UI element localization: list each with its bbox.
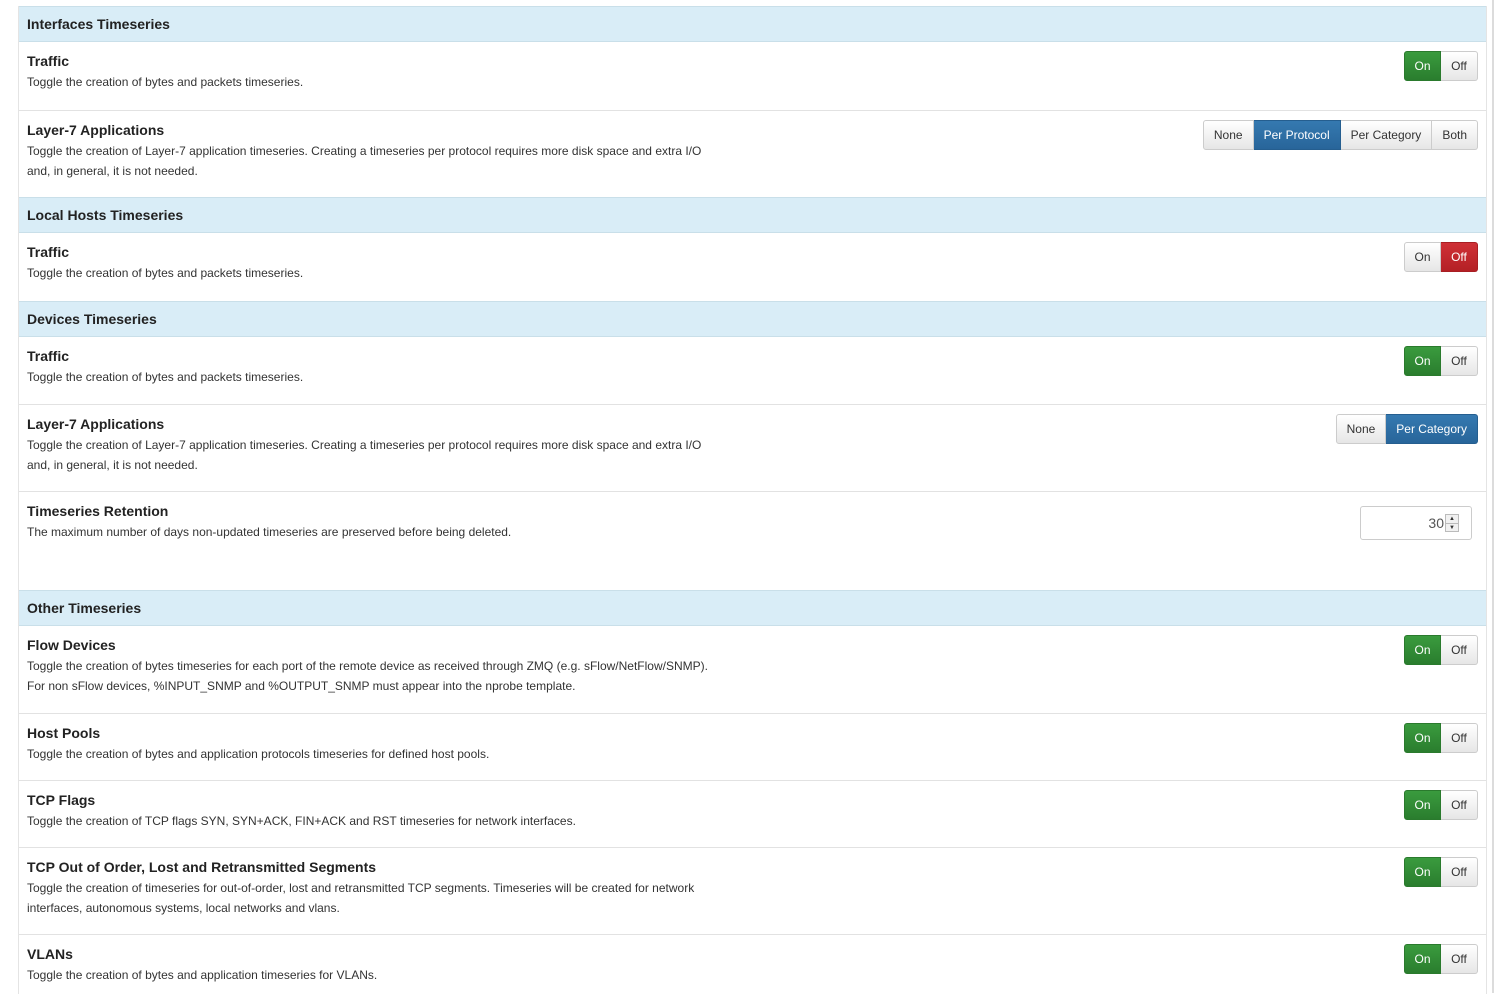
row-title: Timeseries Retention xyxy=(27,503,169,519)
row-description: Toggle the creation of TCP flags SYN, SY… xyxy=(27,814,576,828)
off-button[interactable]: Off xyxy=(1441,857,1478,887)
row-description-line-2: For non sFlow devices, %INPUT_SNMP and %… xyxy=(27,679,576,693)
row-description: Toggle the creation of Layer-7 applicati… xyxy=(27,435,747,475)
retention-row: Timeseries Retention The maximum number … xyxy=(19,491,1486,590)
local-hosts-traffic-row: Traffic Toggle the creation of bytes and… xyxy=(19,233,1486,301)
row-description: Toggle the creation of bytes timeseries … xyxy=(27,656,747,696)
on-button[interactable]: On xyxy=(1404,635,1441,665)
mode-both-button[interactable]: Both xyxy=(1432,120,1478,150)
row-description: Toggle the creation of timeseries for ou… xyxy=(27,878,747,918)
row-title: Host Pools xyxy=(27,725,101,741)
row-description-line-2: and, in general, it is not needed. xyxy=(27,458,198,472)
vlans-toggle: On Off xyxy=(1404,944,1478,974)
scrollbar-edge xyxy=(1492,0,1494,993)
interfaces-l7-row: Layer-7 Applications Toggle the creation… xyxy=(19,110,1486,197)
number-spinner[interactable]: ▲ ▼ xyxy=(1445,514,1459,532)
mode-none-button[interactable]: None xyxy=(1335,414,1387,444)
off-button[interactable]: Off xyxy=(1441,242,1478,272)
section-header-interfaces: Interfaces Timeseries xyxy=(19,6,1486,42)
devices-l7-row: Layer-7 Applications Toggle the creation… xyxy=(19,404,1486,491)
vlans-row: VLANs Toggle the creation of bytes and a… xyxy=(19,934,1486,994)
tcp-ooo-toggle: On Off xyxy=(1404,857,1478,887)
mode-per-category-button[interactable]: Per Category xyxy=(1386,414,1478,444)
row-description: Toggle the creation of bytes and packets… xyxy=(27,75,304,89)
tcp-flags-toggle: On Off xyxy=(1404,790,1478,820)
row-description: Toggle the creation of bytes and packets… xyxy=(27,370,304,384)
row-description-line-1: Toggle the creation of Layer-7 applicati… xyxy=(27,144,702,158)
retention-days-input[interactable]: 30 ▲ ▼ xyxy=(1360,506,1472,540)
off-button[interactable]: Off xyxy=(1441,346,1478,376)
spin-up-icon[interactable]: ▲ xyxy=(1446,515,1458,523)
flow-devices-row: Flow Devices Toggle the creation of byte… xyxy=(19,626,1486,713)
row-title: Flow Devices xyxy=(27,637,116,653)
off-button[interactable]: Off xyxy=(1441,723,1478,753)
interfaces-section: Interfaces Timeseries Traffic Toggle the… xyxy=(19,6,1486,197)
local-hosts-traffic-toggle: On Off xyxy=(1404,242,1478,272)
section-header-devices: Devices Timeseries xyxy=(19,301,1486,337)
row-title: Traffic xyxy=(27,348,70,364)
timeseries-preferences-panel: Interfaces Timeseries Traffic Toggle the… xyxy=(18,6,1487,994)
other-section: Other Timeseries Flow Devices Toggle the… xyxy=(19,590,1486,994)
off-button[interactable]: Off xyxy=(1441,635,1478,665)
row-title: Traffic xyxy=(27,53,70,69)
row-description-line-1: Toggle the creation of bytes timeseries … xyxy=(27,659,708,673)
host-pools-row: Host Pools Toggle the creation of bytes … xyxy=(19,713,1486,780)
on-button[interactable]: On xyxy=(1404,723,1441,753)
local-hosts-section: Local Hosts Timeseries Traffic Toggle th… xyxy=(19,197,1486,301)
row-title: Layer-7 Applications xyxy=(27,416,165,432)
row-description-line-2: interfaces, autonomous systems, local ne… xyxy=(27,901,340,915)
on-button[interactable]: On xyxy=(1404,51,1441,81)
on-button[interactable]: On xyxy=(1404,944,1441,974)
mode-none-button[interactable]: None xyxy=(1202,120,1254,150)
on-button[interactable]: On xyxy=(1404,857,1441,887)
retention-days-value: 30 xyxy=(1428,515,1444,531)
mode-per-category-button[interactable]: Per Category xyxy=(1340,120,1433,150)
devices-traffic-row: Traffic Toggle the creation of bytes and… xyxy=(19,337,1486,404)
section-header-other: Other Timeseries xyxy=(19,590,1486,626)
interfaces-traffic-toggle: On Off xyxy=(1404,51,1478,81)
row-description: Toggle the creation of bytes and applica… xyxy=(27,968,378,982)
tcp-ooo-row: TCP Out of Order, Lost and Retransmitted… xyxy=(19,847,1486,934)
row-description-line-2: and, in general, it is not needed. xyxy=(27,164,198,178)
devices-section: Devices Timeseries Traffic Toggle the cr… xyxy=(19,301,1486,590)
spin-down-icon[interactable]: ▼ xyxy=(1446,523,1458,532)
tcp-flags-row: TCP Flags Toggle the creation of TCP fla… xyxy=(19,780,1486,847)
mode-per-protocol-button[interactable]: Per Protocol xyxy=(1253,120,1341,150)
on-button[interactable]: On xyxy=(1404,790,1441,820)
off-button[interactable]: Off xyxy=(1441,944,1478,974)
interfaces-l7-mode-group: None Per Protocol Per Category Both xyxy=(1202,120,1478,150)
row-title: TCP Flags xyxy=(27,792,96,808)
flow-devices-toggle: On Off xyxy=(1404,635,1478,665)
row-description-line-1: Toggle the creation of Layer-7 applicati… xyxy=(27,438,702,452)
row-description-line-1: Toggle the creation of timeseries for ou… xyxy=(27,881,695,895)
on-button[interactable]: On xyxy=(1404,346,1441,376)
devices-traffic-toggle: On Off xyxy=(1404,346,1478,376)
off-button[interactable]: Off xyxy=(1441,51,1478,81)
interfaces-traffic-row: Traffic Toggle the creation of bytes and… xyxy=(19,42,1486,110)
row-description: Toggle the creation of Layer-7 applicati… xyxy=(27,141,747,181)
row-title: VLANs xyxy=(27,946,73,962)
host-pools-toggle: On Off xyxy=(1404,723,1478,753)
off-button[interactable]: Off xyxy=(1441,790,1478,820)
section-header-local-hosts: Local Hosts Timeseries xyxy=(19,197,1486,233)
on-button[interactable]: On xyxy=(1404,242,1441,272)
row-description: Toggle the creation of bytes and applica… xyxy=(27,747,490,761)
devices-l7-mode-group: None Per Category xyxy=(1335,414,1478,444)
row-title: TCP Out of Order, Lost and Retransmitted… xyxy=(27,859,377,875)
row-description: The maximum number of days non-updated t… xyxy=(27,525,512,539)
row-description: Toggle the creation of bytes and packets… xyxy=(27,266,304,280)
row-title: Traffic xyxy=(27,244,70,260)
